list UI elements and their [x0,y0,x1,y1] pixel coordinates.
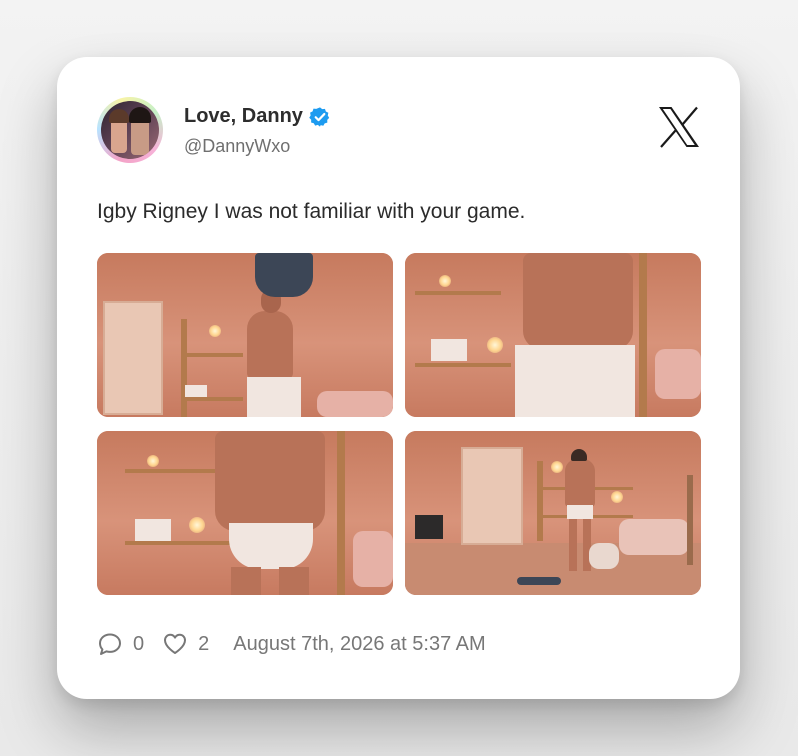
author-name-row: Love, Danny [184,105,331,128]
heart-icon[interactable] [162,631,188,657]
verified-badge-icon [309,106,330,127]
author-handle[interactable]: @DannyWxo [184,136,290,157]
comment-bubble-icon[interactable] [97,631,123,657]
like-count: 2 [198,632,210,655]
reply-count: 0 [133,632,145,655]
tweet-text: Igby Rigney I was not familiar with your… [97,200,526,223]
author-name[interactable]: Love, Danny [184,105,303,128]
media-photo-2[interactable] [405,253,701,417]
media-grid [97,253,701,595]
media-photo-1[interactable] [97,253,393,417]
media-photo-4[interactable] [405,431,701,595]
x-logo-icon[interactable] [657,105,701,149]
timestamp[interactable]: August 7th, 2026 at 5:37 AM [233,633,485,656]
author-avatar[interactable] [97,97,163,163]
avatar-photo [101,101,159,159]
media-photo-3[interactable] [97,431,393,595]
tweet-card: Love, Danny @DannyWxo Igby Rigney I was … [57,57,740,699]
tweet-footer: 0 2 August 7th, 2026 at 5:37 AM [97,631,486,657]
